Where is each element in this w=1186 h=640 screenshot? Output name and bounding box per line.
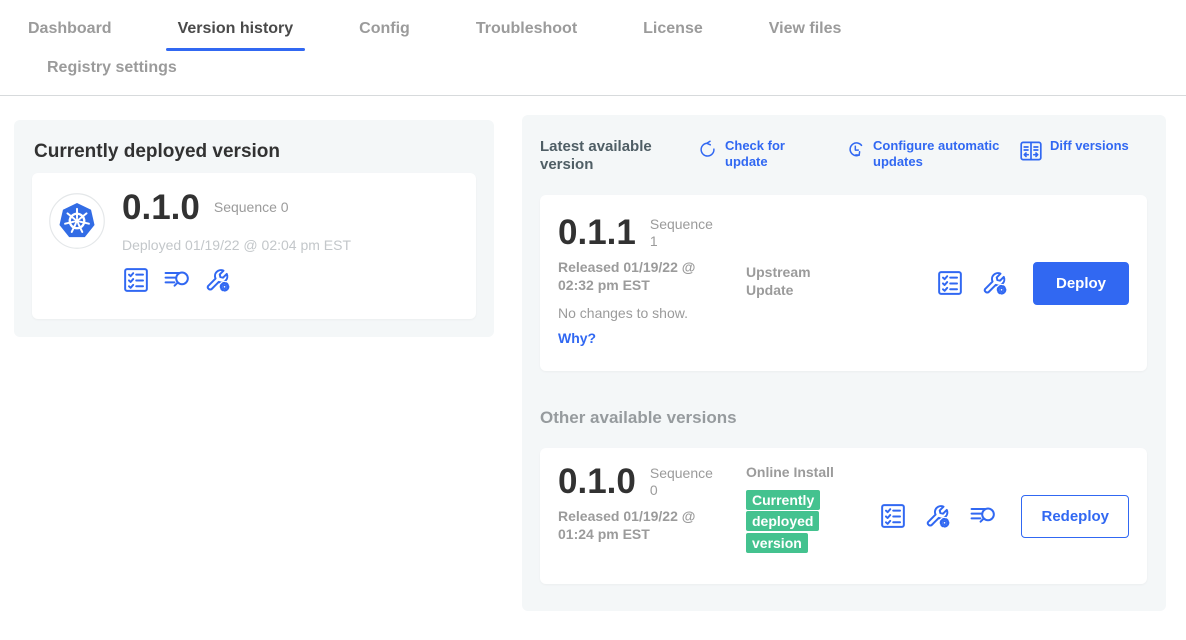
latest-panel-title: Latest available version: [540, 138, 692, 174]
latest-available-panel: Latest available version Check for updat…: [522, 115, 1166, 611]
diff-versions-icon: [1019, 139, 1043, 163]
latest-sequence-label: Sequence 1: [650, 216, 722, 250]
deployed-version-details: 0.1.0 Sequence 0 Deployed 01/19/22 @ 02:…: [122, 186, 351, 306]
tab-config[interactable]: Config: [347, 20, 422, 51]
nav-row-2: Registry settings: [0, 51, 1186, 95]
latest-version-number: 0.1.1: [558, 215, 636, 250]
configure-auto-updates-label: Configure automatic updates: [873, 138, 1001, 171]
tab-license[interactable]: License: [631, 20, 715, 51]
page-content: Currently deployed version: [0, 96, 1186, 638]
check-update-icon: [697, 139, 718, 160]
config-wrench-icon[interactable]: [981, 269, 1009, 297]
latest-source-column: Upstream Update: [746, 211, 838, 355]
configure-auto-updates-link[interactable]: Configure automatic updates: [845, 138, 1001, 171]
latest-version-details: 0.1.1 Sequence 1 Released 01/19/22 @ 02:…: [558, 211, 746, 355]
kubernetes-logo-icon: [48, 192, 106, 250]
other-version-details: 0.1.0 Sequence 0 Released 01/19/22 @ 01:…: [558, 464, 746, 568]
tab-troubleshoot[interactable]: Troubleshoot: [464, 20, 589, 51]
latest-version-actions: Deploy: [936, 262, 1129, 305]
currently-deployed-badge-wrap: Currently deployed version: [746, 490, 826, 555]
latest-released-timestamp: Released 01/19/22 @ 02:32 pm EST: [558, 259, 726, 294]
other-source-label: Online Install: [746, 464, 838, 482]
tab-view-files[interactable]: View files: [757, 20, 854, 51]
tab-version-history[interactable]: Version history: [166, 20, 306, 51]
other-versions-title: Other available versions: [540, 408, 1147, 428]
currently-deployed-panel: Currently deployed version: [14, 120, 494, 337]
deploy-button[interactable]: Deploy: [1033, 262, 1129, 305]
deployed-panel-title: Currently deployed version: [34, 141, 494, 163]
other-sequence-label: Sequence 0: [650, 465, 722, 499]
why-link[interactable]: Why?: [558, 330, 746, 346]
latest-source-label: Upstream Update: [746, 264, 838, 299]
tab-registry-settings[interactable]: Registry settings: [35, 59, 189, 77]
tab-dashboard[interactable]: Dashboard: [16, 20, 124, 51]
other-source-column: Online Install Currently deployed versio…: [746, 464, 838, 568]
other-released-timestamp: Released 01/19/22 @ 01:24 pm EST: [558, 508, 726, 543]
preflight-checks-icon[interactable]: [122, 266, 150, 294]
latest-version-card: 0.1.1 Sequence 1 Released 01/19/22 @ 02:…: [540, 195, 1147, 371]
config-wrench-icon[interactable]: [924, 502, 952, 530]
check-for-update-link[interactable]: Check for update: [697, 138, 803, 171]
other-version-card: 0.1.0 Sequence 0 Released 01/19/22 @ 01:…: [540, 448, 1147, 584]
preflight-checks-icon[interactable]: [936, 269, 964, 297]
auto-update-icon: [845, 139, 866, 160]
diff-versions-link[interactable]: Diff versions: [1019, 138, 1129, 163]
redeploy-button[interactable]: Redeploy: [1021, 495, 1129, 538]
config-wrench-icon[interactable]: [204, 266, 232, 294]
no-changes-note: No changes to show.: [558, 305, 746, 321]
deploy-logs-icon[interactable]: [163, 266, 191, 294]
currently-deployed-badge: Currently deployed version: [746, 490, 820, 553]
deployed-timestamp: Deployed 01/19/22 @ 02:04 pm EST: [122, 237, 351, 253]
check-update-label: Check for update: [725, 138, 803, 171]
other-version-actions: Redeploy: [879, 495, 1129, 538]
diff-versions-label: Diff versions: [1050, 138, 1129, 154]
main-nav: Dashboard Version history Config Trouble…: [0, 0, 1186, 96]
latest-panel-header: Latest available version Check for updat…: [540, 138, 1147, 174]
preflight-checks-icon[interactable]: [879, 502, 907, 530]
deployed-version-card: 0.1.0 Sequence 0 Deployed 01/19/22 @ 02:…: [32, 173, 476, 319]
deployed-sequence-label: Sequence 0: [214, 199, 289, 216]
deploy-logs-icon[interactable]: [969, 502, 997, 530]
other-version-number: 0.1.0: [558, 464, 636, 499]
nav-row-1: Dashboard Version history Config Trouble…: [0, 0, 1186, 51]
deployed-version-number: 0.1.0: [122, 190, 200, 225]
